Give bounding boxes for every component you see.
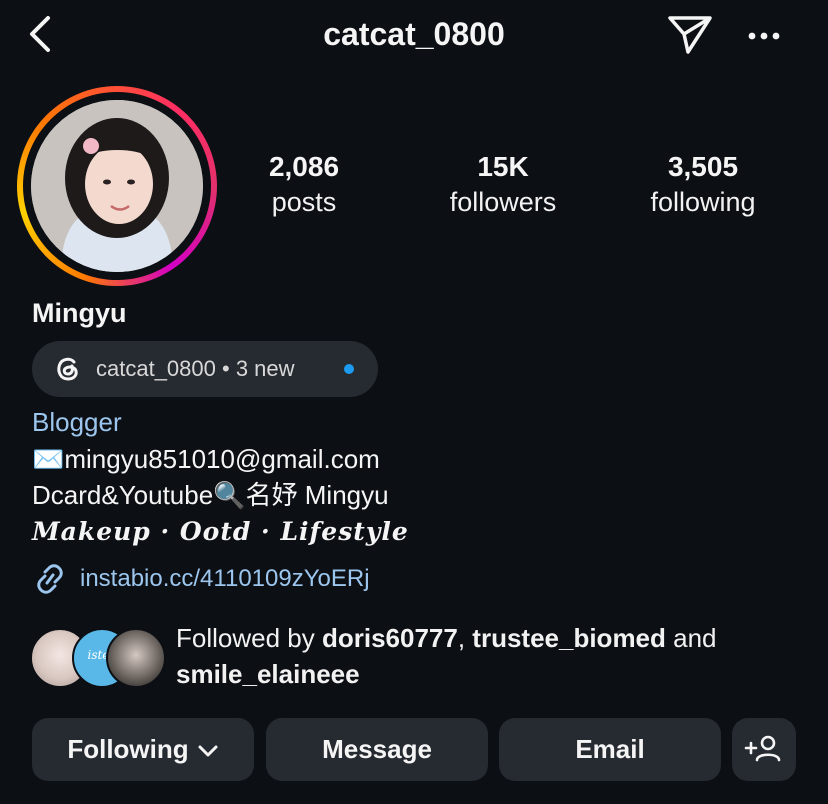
paper-plane-icon (668, 16, 712, 54)
mutual-user-1: doris60777 (321, 623, 458, 653)
following-stat[interactable]: 3,505 following (603, 150, 803, 220)
following-button[interactable]: Following (32, 718, 254, 781)
link-icon (32, 563, 68, 595)
followed-by-text[interactable]: Followed by doris60777, trustee_biomed a… (176, 620, 796, 692)
threads-label: catcat_0800 • 3 new (96, 341, 295, 397)
posts-count: 2,086 (268, 151, 340, 182)
display-name: Mingyu (32, 298, 127, 328)
mutual-user-3: smile_elaineee (176, 659, 360, 689)
followers-label: followers (449, 187, 557, 217)
bio-category: Blogger (32, 407, 122, 437)
bio-line-2: Dcard&Youtube🔍名妤 Mingyu (32, 480, 389, 510)
mutual-avatar-3[interactable] (106, 628, 166, 688)
threads-handle: catcat_0800 (96, 356, 216, 381)
threads-icon (52, 353, 84, 385)
following-count: 3,505 (667, 151, 739, 182)
followers-count: 15K (477, 151, 529, 182)
followed-by-sep: , (457, 623, 473, 653)
threads-new: 3 new (235, 356, 295, 381)
story-ring[interactable] (17, 86, 217, 286)
posts-stat[interactable]: 2,086 posts (204, 150, 404, 220)
add-person-icon (744, 735, 781, 762)
threads-badge[interactable]: catcat_0800 • 3 new (32, 341, 378, 397)
more-button[interactable] (744, 18, 784, 54)
bio-link-text: instabio.cc/4110109zYoERj (80, 565, 370, 592)
mutual-user-2: trustee_biomed (472, 623, 666, 653)
posts-label: posts (271, 187, 337, 217)
new-indicator-dot (344, 364, 354, 374)
followers-stat[interactable]: 15K followers (403, 150, 603, 220)
threads-separator: • (222, 356, 230, 381)
more-horizontal-icon (748, 32, 780, 40)
bio-line-3: Makeup · Ootd · Lifestyle (32, 517, 409, 546)
share-button[interactable] (666, 12, 714, 56)
chevron-down-icon (198, 745, 218, 757)
message-button[interactable]: Message (266, 718, 488, 781)
followed-by-prefix: Followed by (176, 623, 322, 653)
bio-email-line: ✉️mingyu851010@gmail.com (32, 444, 380, 474)
following-button-label: Following (67, 734, 189, 764)
email-button[interactable]: Email (499, 718, 721, 781)
following-label: following (650, 187, 756, 217)
avatar (31, 100, 203, 272)
followed-by-conj: and (665, 623, 717, 653)
suggest-people-button[interactable] (732, 718, 796, 781)
